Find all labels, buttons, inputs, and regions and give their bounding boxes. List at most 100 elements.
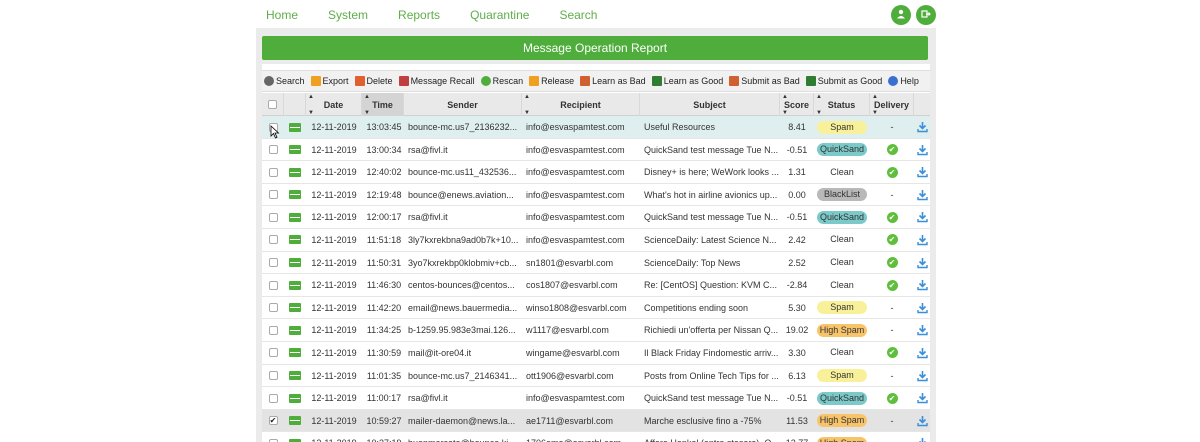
status-sort-arrows[interactable]: ▲ ▼	[816, 94, 822, 116]
time-sort-arrows[interactable]: ▲ ▼	[364, 94, 370, 116]
download-cell	[914, 297, 930, 319]
envelope-icon[interactable]	[289, 393, 301, 403]
row-checkbox[interactable]	[268, 212, 278, 222]
row-select-cell	[262, 206, 284, 228]
sender-column-header[interactable]: Sender	[404, 93, 522, 116]
score-sort-arrows[interactable]: ▲ ▼	[782, 94, 788, 116]
date-column-header[interactable]: ▲ ▼ Date	[306, 93, 362, 116]
table-row[interactable]: 12-11-201910:37:19buonmercato@bounce.ki.…	[262, 432, 930, 442]
nav-search[interactable]: Search	[559, 8, 597, 22]
row-checkbox[interactable]	[268, 325, 278, 335]
nav-home[interactable]: Home	[266, 8, 298, 22]
score-column-header[interactable]: ▲ ▼ Score	[780, 93, 814, 116]
release-icon	[529, 76, 540, 86]
table-row[interactable]: 12-11-2019 11:50:31 3yo7kxrekbp0klobmiv+cb…	[262, 252, 930, 275]
table-row[interactable]: 12-11-2019 11:00:17 rsa@fivl.it info@esvasp…	[262, 387, 930, 410]
row-checkbox[interactable]: ✔	[268, 416, 278, 426]
score-cell: -2.84	[786, 280, 808, 291]
subject-column-header[interactable]: Subject	[640, 93, 780, 116]
table-row[interactable]: 12-11-2019 11:42:20 email@news.bauermedia.…	[262, 297, 930, 320]
recipient-cell: info@esvaspamtest.com	[526, 189, 625, 200]
table-row[interactable]: 12-11-2019 11:51:18 3ly7kxrekbna9ad0b7k+10…	[262, 229, 930, 252]
envelope-icon[interactable]	[289, 325, 301, 335]
download-icon[interactable]	[916, 324, 928, 336]
select-all-checkbox[interactable]	[268, 100, 277, 109]
row-checkbox[interactable]	[268, 145, 278, 155]
delivery-sort-arrows[interactable]: ▲ ▼	[872, 94, 878, 116]
download-icon[interactable]	[916, 347, 928, 359]
download-icon[interactable]	[916, 189, 928, 201]
nav-quarantine[interactable]: Quarantine	[470, 8, 529, 22]
envelope-icon[interactable]	[289, 167, 301, 177]
delivery-column-header[interactable]: ▲ ▼ Delivery	[870, 93, 914, 116]
envelope-icon[interactable]	[289, 212, 301, 222]
recipient-column-header[interactable]: ▲ ▼ Recipient	[522, 93, 640, 116]
submit-as-bad-button[interactable]: Submit as Bad	[729, 76, 800, 86]
download-icon[interactable]	[916, 415, 928, 427]
table-row[interactable]: 12-11-2019 11:01:35 bounce-mc.us7_2146341.…	[262, 365, 930, 388]
row-select-cell	[262, 387, 284, 409]
status-column-header[interactable]: ▲ ▼ Status	[814, 93, 870, 116]
date-cell: 12-11-2019	[311, 122, 357, 132]
recipient-sort-arrows[interactable]: ▲ ▼	[524, 94, 530, 116]
grid-rows: 12-11-2019 13:03:45 bounce-mc.us7_2136232.…	[262, 116, 930, 442]
row-checkbox[interactable]	[268, 371, 278, 381]
table-row[interactable]: 12-11-2019 12:40:02 bounce-mc.us11_432536.…	[262, 161, 930, 184]
nav-system[interactable]: System	[328, 8, 368, 22]
envelope-icon[interactable]	[289, 258, 301, 268]
download-icon[interactable]	[916, 279, 928, 291]
download-icon[interactable]	[916, 211, 928, 223]
download-icon[interactable]	[916, 121, 928, 133]
learn-as-good-button[interactable]: Learn as Good	[651, 76, 723, 86]
search-button[interactable]: Search	[264, 76, 305, 86]
download-icon[interactable]	[916, 302, 928, 314]
row-checkbox[interactable]	[268, 280, 278, 290]
date-sort-arrows[interactable]: ▲ ▼	[308, 94, 314, 116]
learn-as-bad-button[interactable]: Learn as Bad	[580, 76, 646, 86]
download-icon[interactable]	[916, 437, 928, 442]
message-recall-button[interactable]: Message Recall	[398, 76, 475, 86]
release-button[interactable]: Release	[529, 76, 574, 86]
row-checkbox[interactable]	[268, 348, 278, 358]
download-icon[interactable]	[916, 166, 928, 178]
envelope-icon[interactable]	[289, 235, 301, 245]
table-row[interactable]: 12-11-2019 12:19:48 bounce@enews.aviation.…	[262, 184, 930, 207]
export-button[interactable]: Export	[310, 76, 349, 86]
download-icon[interactable]	[916, 234, 928, 246]
download-icon[interactable]	[916, 392, 928, 404]
table-row[interactable]: 12-11-2019 13:00:34 rsa@fivl.it info@esvasp…	[262, 139, 930, 162]
envelope-icon[interactable]	[289, 303, 301, 313]
delivery-cell: ✔	[870, 252, 914, 274]
row-checkbox[interactable]	[268, 258, 278, 268]
download-icon[interactable]	[916, 144, 928, 156]
download-icon[interactable]	[916, 370, 928, 382]
user-account-button[interactable]	[891, 5, 911, 25]
envelope-icon[interactable]	[289, 371, 301, 381]
row-checkbox[interactable]	[268, 190, 278, 200]
envelope-icon[interactable]	[289, 348, 301, 358]
submit-as-good-button[interactable]: Submit as Good	[805, 76, 882, 86]
envelope-icon[interactable]	[289, 145, 301, 155]
time-column-header[interactable]: ▲ ▼ Time	[362, 93, 404, 116]
table-row[interactable]: ✔ 12-11-2019 10:59:27 mailer-daemon@news.la…	[262, 409, 930, 433]
table-row[interactable]: 12-11-2019 12:00:17 rsa@fivl.it info@esvasp…	[262, 206, 930, 229]
nav-reports[interactable]: Reports	[398, 8, 440, 22]
envelope-icon[interactable]	[289, 122, 301, 132]
download-icon[interactable]	[916, 257, 928, 269]
envelope-icon[interactable]	[289, 190, 301, 200]
envelope-icon[interactable]	[289, 416, 301, 426]
envelope-icon[interactable]	[289, 280, 301, 290]
table-row[interactable]: 12-11-2019 11:34:25 b-1259.95.983e3mai.126…	[262, 319, 930, 342]
logout-button[interactable]	[916, 5, 936, 25]
row-checkbox[interactable]	[268, 167, 278, 177]
table-row[interactable]: 12-11-2019 13:03:45 bounce-mc.us7_2136232.…	[262, 116, 930, 139]
sender-cell: bounce-mc.us7_2136232...	[408, 122, 518, 132]
delete-button[interactable]: Delete	[354, 76, 393, 86]
row-checkbox[interactable]	[268, 393, 278, 403]
row-checkbox[interactable]	[268, 235, 278, 245]
row-checkbox[interactable]	[268, 303, 278, 313]
table-row[interactable]: 12-11-2019 11:30:59 mail@it-ore04.it wingam…	[262, 342, 930, 365]
table-row[interactable]: 12-11-2019 11:46:30 centos-bounces@centos.…	[262, 274, 930, 297]
help-button[interactable]: Help	[888, 76, 919, 86]
rescan-button[interactable]: Rescan	[480, 76, 523, 86]
